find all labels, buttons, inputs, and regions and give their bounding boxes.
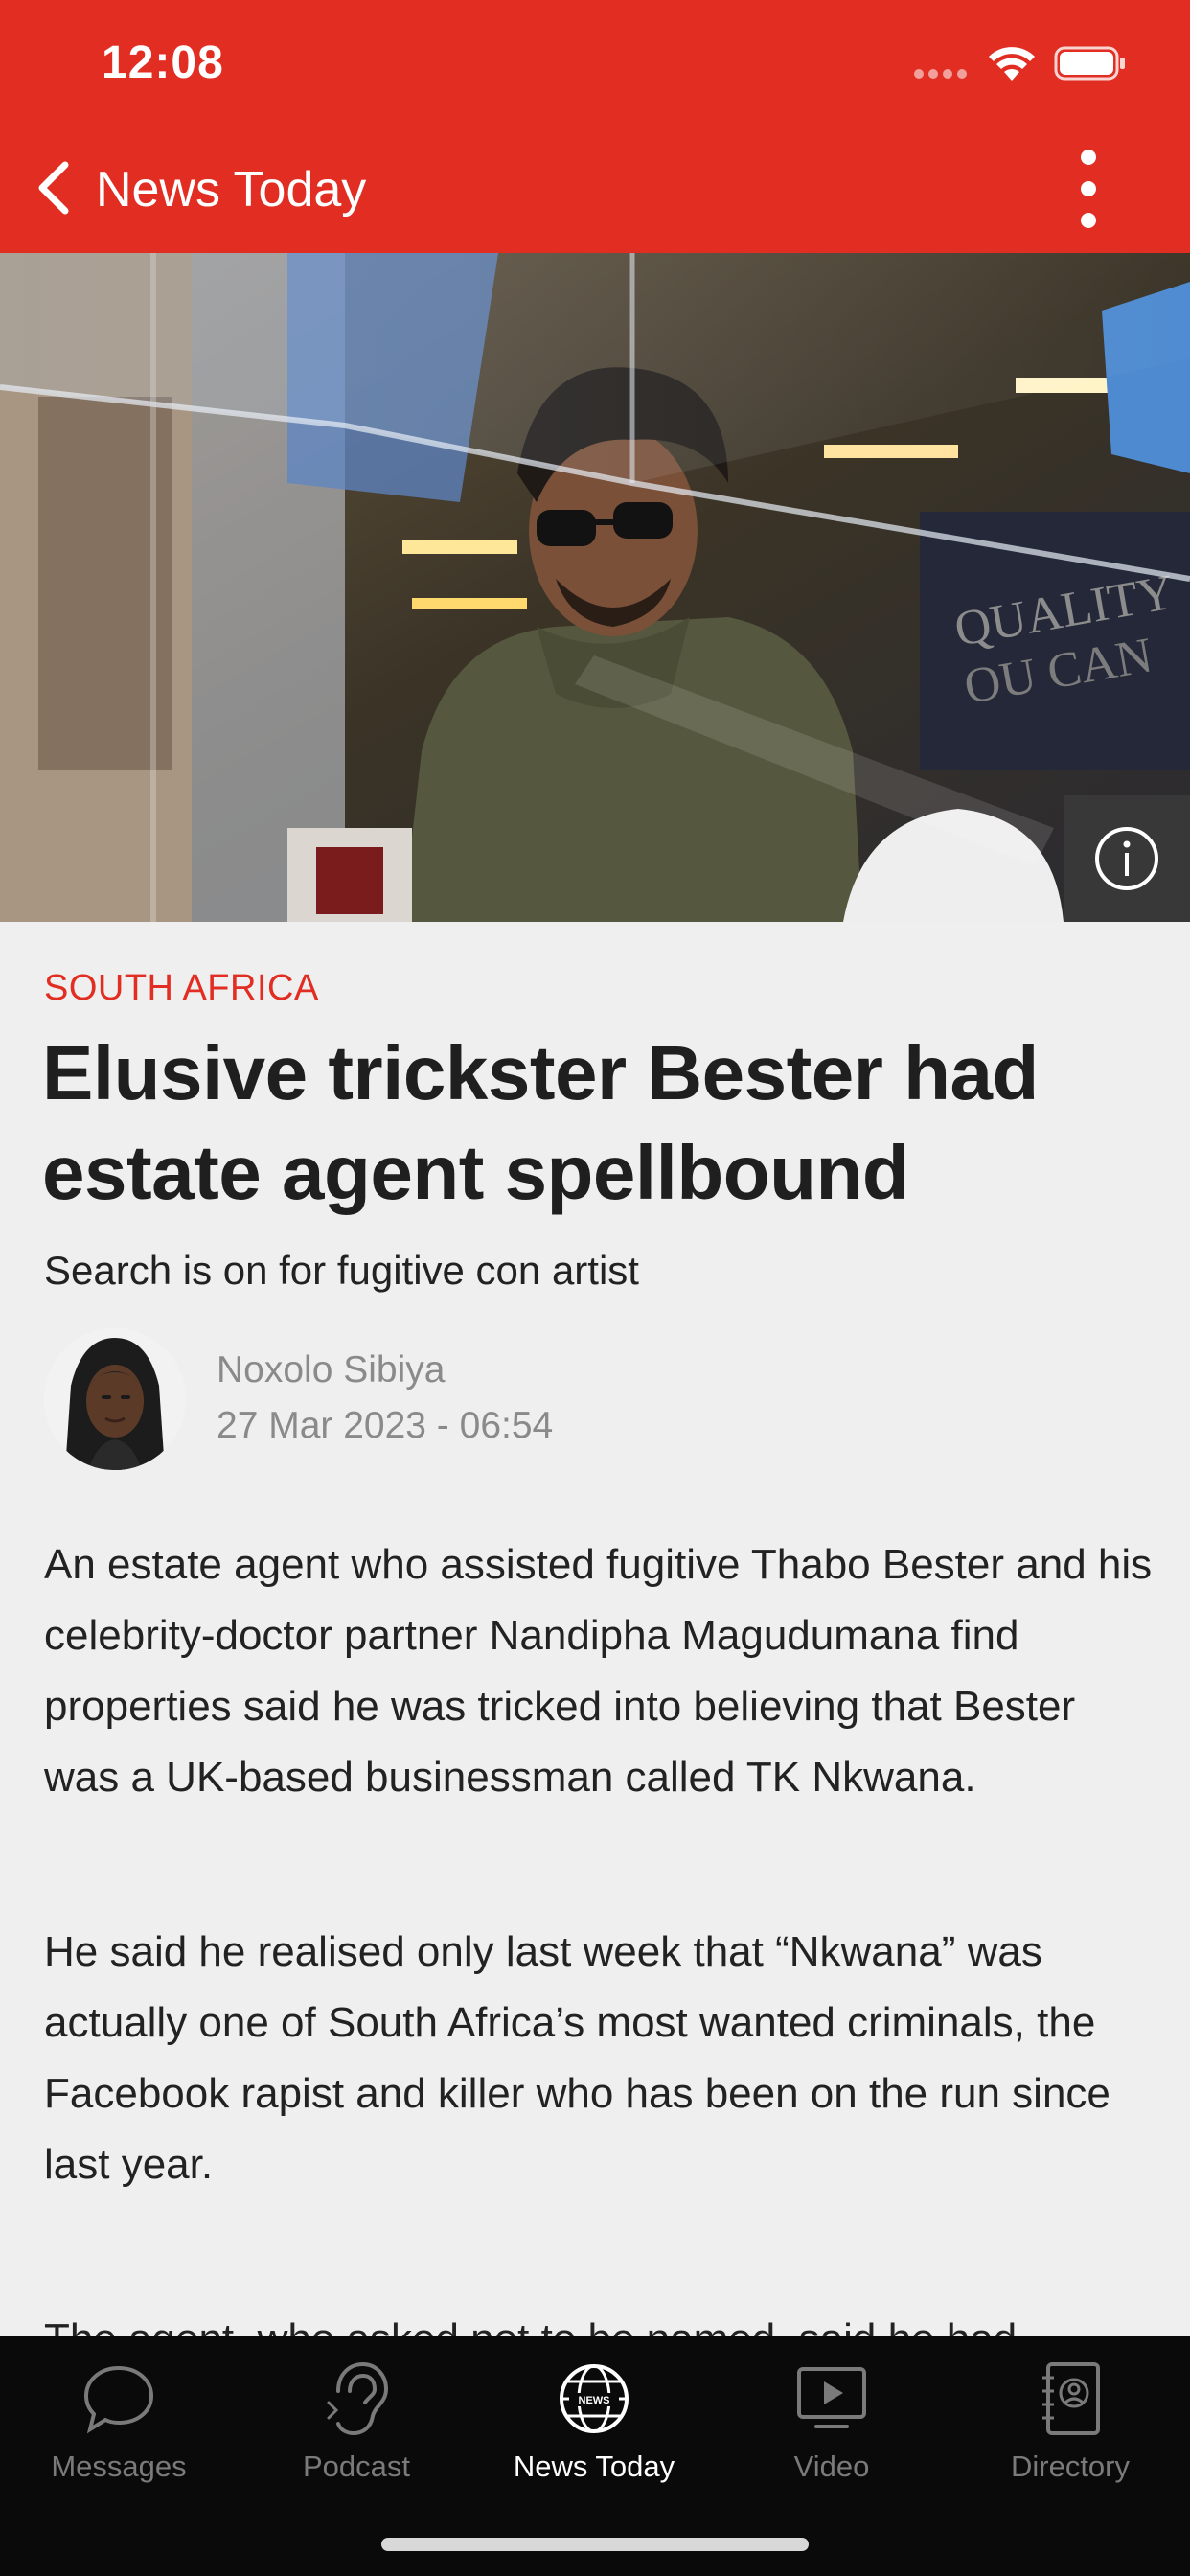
hero-photo: QUALITY OU CAN [0, 253, 1190, 922]
status-time: 12:08 [102, 37, 224, 88]
svg-text:NEWS: NEWS [579, 2395, 610, 2406]
author-name[interactable]: Noxolo Sibiya [217, 1349, 445, 1392]
tab-podcast[interactable]: Podcast [238, 2356, 475, 2484]
article-paragraph: An estate agent who assisted fugitive Th… [44, 1541, 1153, 1801]
chat-bubble-icon [83, 2365, 154, 2434]
tab-label: Directory [1010, 2450, 1130, 2483]
globe-news-icon: NEWS [560, 2364, 629, 2433]
tab-video[interactable]: Video [713, 2356, 950, 2484]
home-indicator[interactable] [381, 2538, 809, 2551]
cellular-signal-icon [914, 69, 967, 79]
tab-label: Podcast [302, 2450, 410, 2483]
section-label[interactable]: SOUTH AFRICA [44, 968, 319, 1009]
tab-label: Video [793, 2450, 870, 2483]
bottom-tab-bar: Messages Podcast NEWS News Today Video D… [0, 2336, 1190, 2576]
tab-label: News Today [513, 2450, 675, 2483]
nav-title[interactable]: News Today [96, 161, 366, 218]
article-paragraph: He said he realised only last week that … [44, 1928, 1110, 2188]
ear-icon [327, 2361, 389, 2436]
more-options-icon[interactable] [1073, 148, 1104, 230]
tab-directory[interactable]: Directory [950, 2356, 1190, 2484]
info-icon [1095, 827, 1158, 890]
app-header: 12:08 News Today [0, 0, 1190, 253]
author-portrait [44, 1328, 186, 1470]
tab-news-today[interactable]: NEWS News Today [475, 2356, 713, 2484]
article-headline: Elusive trickster Bester had estate agen… [42, 1030, 1039, 1215]
article-body: An estate agent who assisted fugitive Th… [44, 1530, 1156, 2375]
hero-image[interactable]: QUALITY OU CAN [0, 253, 1190, 922]
battery-icon [1054, 46, 1125, 80]
video-play-icon [797, 2367, 866, 2428]
publish-date: 27 Mar 2023 - 06:54 [217, 1405, 554, 1446]
author-avatar[interactable] [44, 1328, 186, 1470]
tab-messages[interactable]: Messages [0, 2356, 238, 2484]
wifi-icon [989, 47, 1035, 80]
contacts-book-icon [1042, 2362, 1100, 2435]
article-subheadline: Search is on for fugitive con artist [44, 1248, 639, 1293]
tab-label: Messages [51, 2450, 187, 2483]
back-chevron-icon[interactable] [34, 159, 73, 217]
image-info-button[interactable] [1064, 795, 1190, 922]
